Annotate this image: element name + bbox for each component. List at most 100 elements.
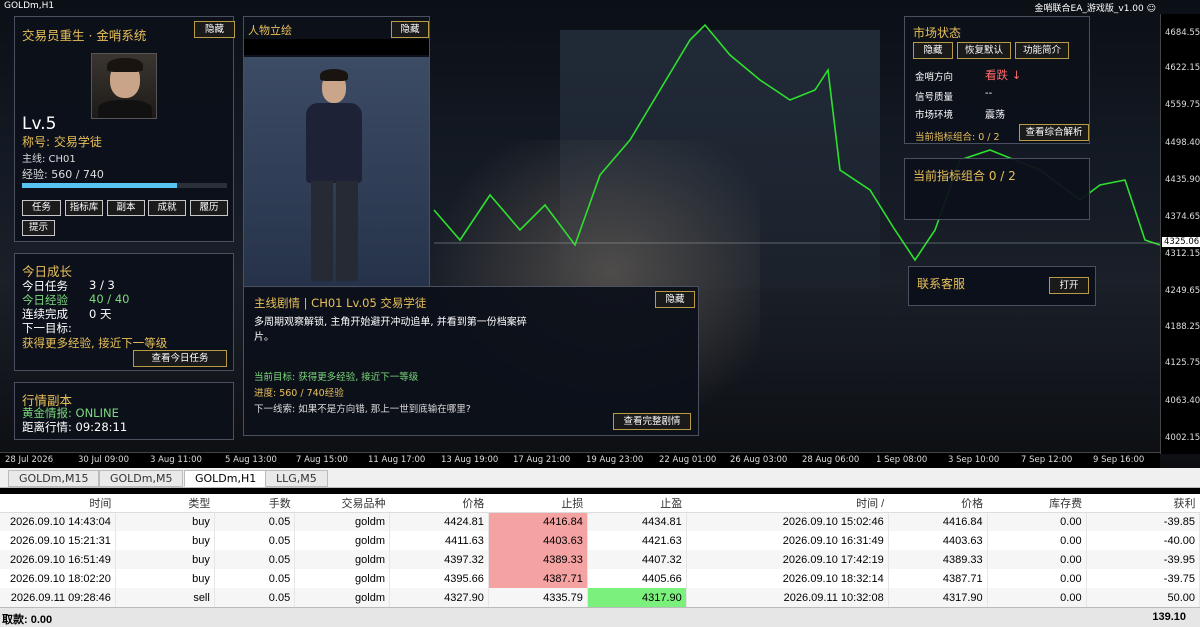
story-progress: 进度: 560 / 740经验 [254,388,344,399]
market-status-panel: 市场状态 隐藏 恢复默认 功能简介 金哨方向 看跌 ↓ 信号质量 -- 市场环境… [904,16,1090,144]
rank-label: 称号: 交易学徒 [22,135,102,149]
order-cell: buy [115,569,215,588]
column-header[interactable]: 获利 [1086,494,1200,513]
x-tick-label: 28 Aug 06:00 [802,455,860,465]
market-title: 市场状态 [913,26,962,40]
profile-hide-button[interactable]: 隐藏 [194,21,235,38]
column-header[interactable]: 时间 [0,494,116,513]
tab-goldm-h1[interactable]: GOLDm,H1 [184,470,268,487]
column-header[interactable]: 价格 [888,494,988,513]
indicator-combo-panel: 当前指标组合 0 / 2 [904,158,1090,220]
order-cell: -39.95 [1086,550,1200,569]
x-tick-label: 11 Aug 17:00 [368,455,426,465]
signal-quality-value: -- [985,88,993,99]
order-cell: 4317.90 [587,588,687,607]
dungeon-button[interactable]: 副本 [107,200,145,216]
exp-label: 经验: 560 / 740 [22,168,104,181]
view-full-story-button[interactable]: 查看完整剧情 [613,413,691,430]
order-cell: 2026.09.10 18:32:14 [686,569,889,588]
market-countdown: 距离行情: 09:28:11 [22,420,128,434]
total-profit: 139.10 [1152,611,1186,623]
column-header[interactable]: 价格 [389,494,489,513]
order-cell: sell [115,588,215,607]
ea-name-label: 金哨联合EA_游戏版_v1.00 ☺ [1034,4,1156,14]
order-cell: -39.75 [1086,569,1200,588]
price-axis[interactable]: 4684.55 4622.15 4559.75 4498.40 4435.90 4374.… [1160,14,1200,454]
story-goal: 当前目标: 获得更多经验, 接近下一等级 [254,372,419,383]
story-hide-button[interactable]: 隐藏 [655,291,695,308]
order-cell: 4387.71 [488,569,588,588]
orders-footer: 取款: 0.00 139.10 [0,607,1200,627]
market-hide-button[interactable]: 隐藏 [913,42,953,59]
achievement-button[interactable]: 成就 [148,200,186,216]
column-header[interactable]: 交易品种 [294,494,390,513]
order-row[interactable]: 2026.09.10 18:02:20 buy 0.05 goldm 4395.66 43… [0,569,1200,588]
y-tick-label: 4622.15 [1165,63,1200,73]
order-cell: 2026.09.10 18:02:20 [0,569,116,588]
growth-tasks-value: 3 / 3 [89,278,115,292]
time-axis[interactable]: 28 Jul 2026 30 Jul 09:00 3 Aug 11:00 5 Aug … [0,452,1160,468]
current-price-tag: 4325.06 [1162,237,1200,247]
tab-goldm-m5[interactable]: GOLDm,M5 [99,470,184,487]
market-reset-button[interactable]: 恢复默认 [957,42,1011,59]
order-cell: 0.05 [214,531,296,550]
y-tick-label: 4063.40 [1165,396,1200,406]
column-header[interactable]: 类型 [115,494,215,513]
order-row[interactable]: 2026.09.11 09:28:46 sell 0.05 goldm 4327.90 4… [0,588,1200,607]
portrait-panel: 人物立绘 隐藏 [243,16,430,288]
x-tick-label: 3 Aug 11:00 [150,455,202,465]
order-cell: -39.85 [1086,512,1200,531]
growth-next-label: 下一目标: [22,321,72,335]
order-row[interactable]: 2026.09.10 16:51:49 buy 0.05 goldm 4397.32 43… [0,550,1200,569]
column-header[interactable]: 时间 / [686,494,889,513]
portrait-hide-button[interactable]: 隐藏 [391,21,429,38]
order-cell: 4389.33 [888,550,988,569]
column-header[interactable]: 库存费 [987,494,1087,513]
market-env-value: 震荡 [985,110,1005,121]
story-panel: 主线剧情 | CH01 Lv.05 交易学徒 隐藏 多周期观察解锁, 主角开始避… [243,286,699,436]
tab-goldm-m15[interactable]: GOLDm,M15 [8,470,100,487]
order-row[interactable]: 2026.09.10 14:43:04 buy 0.05 goldm 4424.81 44… [0,512,1200,531]
tab-llg-m5[interactable]: LLG,M5 [265,470,328,487]
order-cell: 4416.84 [488,512,588,531]
x-tick-label: 7 Aug 15:00 [296,455,348,465]
y-tick-label: 4312.15 [1165,249,1200,259]
exp-bar [22,183,227,188]
x-tick-label: 7 Sep 12:00 [1021,455,1073,465]
history-button[interactable]: 履历 [190,200,228,216]
order-cell: 0.00 [987,569,1087,588]
order-cell: goldm [294,512,390,531]
growth-streak-value: 0 天 [89,307,112,321]
signal-quality-label: 信号质量 [915,92,954,103]
y-tick-label: 4125.75 [1165,358,1200,368]
story-clue: 下一线索: 如果不是方向错, 那上一世到底输在哪里? [254,404,471,415]
order-row[interactable]: 2026.09.10 15:21:31 buy 0.05 goldm 4411.63 44… [0,531,1200,550]
task-button[interactable]: 任务 [22,200,61,216]
daily-growth-panel: 今日成长 今日任务 3 / 3 今日经验 40 / 40 连续完成 0 天 下一… [14,253,234,371]
order-cell: buy [115,550,215,569]
service-open-button[interactable]: 打开 [1049,277,1089,294]
x-tick-label: 5 Aug 13:00 [225,455,277,465]
indicator-library-button[interactable]: 指标库 [65,200,103,216]
profile-title: 交易员重生 · 金哨系统 [22,28,147,43]
column-header[interactable]: 止盈 [587,494,687,513]
order-cell: 4335.79 [488,588,588,607]
order-cell: 0.05 [214,550,296,569]
order-cell: 2026.09.10 17:42:19 [686,550,889,569]
y-tick-label: 4188.25 [1165,322,1200,332]
order-cell: 50.00 [1086,588,1200,607]
x-tick-label: 9 Sep 16:00 [1093,455,1145,465]
hint-button[interactable]: 提示 [22,220,55,236]
x-tick-label: 22 Aug 01:00 [659,455,717,465]
order-cell: goldm [294,588,390,607]
column-header[interactable]: 手数 [214,494,295,513]
order-cell: 4397.32 [389,550,489,569]
combo-title: 当前指标组合 0 / 2 [913,169,1016,183]
market-intro-button[interactable]: 功能简介 [1015,42,1069,59]
market-env-label: 市场环境 [915,110,954,121]
view-analysis-button[interactable]: 查看综合解析 [1019,124,1089,141]
order-cell: 2026.09.10 16:31:49 [686,531,889,550]
view-daily-tasks-button[interactable]: 查看今日任务 [133,350,227,367]
story-title: 主线剧情 | CH01 Lv.05 交易学徒 [254,296,427,310]
column-header[interactable]: 止损 [488,494,588,513]
